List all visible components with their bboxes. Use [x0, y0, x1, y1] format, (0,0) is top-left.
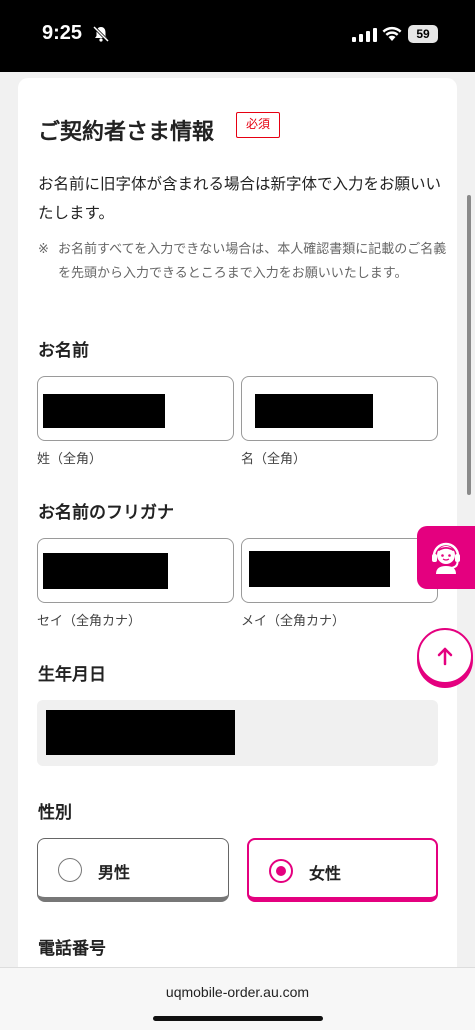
arrow-up-icon — [437, 647, 453, 666]
first-name-input[interactable] — [241, 376, 438, 441]
last-name-input[interactable] — [37, 376, 234, 441]
home-indicator[interactable] — [153, 1016, 323, 1021]
redacted-value — [255, 394, 373, 428]
last-name-kana-sublabel: セイ（全角カナ） — [37, 614, 142, 629]
birthdate-field — [37, 700, 438, 766]
note: ※ お名前すべてを入力できない場合は、本人確認書類に記載のご名義を先頭から入力で… — [38, 238, 448, 286]
gender-option-label: 女性 — [309, 864, 342, 883]
scroll-to-top-button[interactable] — [417, 628, 473, 684]
status-bar: 9:25 59 — [0, 0, 475, 72]
first-name-sublabel: 名（全角） — [241, 452, 307, 467]
note-mark: ※ — [38, 242, 49, 257]
intro-text: お名前に旧字体が含まれる場合は新字体で入力をお願いいたします。 — [38, 175, 442, 222]
battery-icon: 59 — [408, 25, 438, 43]
headset-operator-icon — [432, 542, 460, 574]
first-name-kana-sublabel: メイ（全角カナ） — [241, 614, 346, 629]
note-text: お名前すべてを入力できない場合は、本人確認書類に記載のご名義を先頭から入力できる… — [58, 242, 447, 281]
last-name-sublabel: 姓（全角） — [37, 452, 103, 467]
gender-option-male[interactable]: 男性 — [37, 838, 229, 902]
redacted-value — [46, 710, 235, 755]
gender-option-label: 男性 — [98, 863, 131, 882]
section-title: ご契約者さま情報 — [38, 120, 215, 145]
bell-slash-icon — [92, 25, 110, 43]
support-chat-button[interactable] — [417, 526, 475, 589]
redacted-value — [43, 394, 165, 428]
radio-button-selected — [269, 859, 293, 883]
redacted-value — [249, 551, 390, 587]
phone-label: 電話番号 — [38, 939, 106, 959]
contract-holder-form: ご契約者さま情報 必須 お名前に旧字体が含まれる場合は新字体で入力をお願いいたし… — [18, 78, 457, 978]
signal-icon — [352, 28, 377, 42]
status-time: 9:25 — [42, 22, 83, 44]
browser-url-bar[interactable]: uqmobile-order.au.com — [0, 967, 475, 1030]
redacted-value — [43, 553, 168, 589]
kana-label: お名前のフリガナ — [38, 503, 174, 523]
required-badge: 必須 — [236, 112, 280, 138]
first-name-kana-input[interactable] — [241, 538, 438, 603]
last-name-kana-input[interactable] — [37, 538, 234, 603]
gender-label: 性別 — [38, 803, 72, 823]
scrollbar[interactable] — [467, 195, 471, 495]
name-label: お名前 — [38, 341, 89, 361]
birthdate-label: 生年月日 — [38, 665, 106, 685]
radio-button — [58, 858, 82, 882]
url-text[interactable]: uqmobile-order.au.com — [0, 984, 475, 1000]
wifi-icon — [382, 26, 402, 41]
gender-option-female[interactable]: 女性 — [247, 838, 438, 902]
